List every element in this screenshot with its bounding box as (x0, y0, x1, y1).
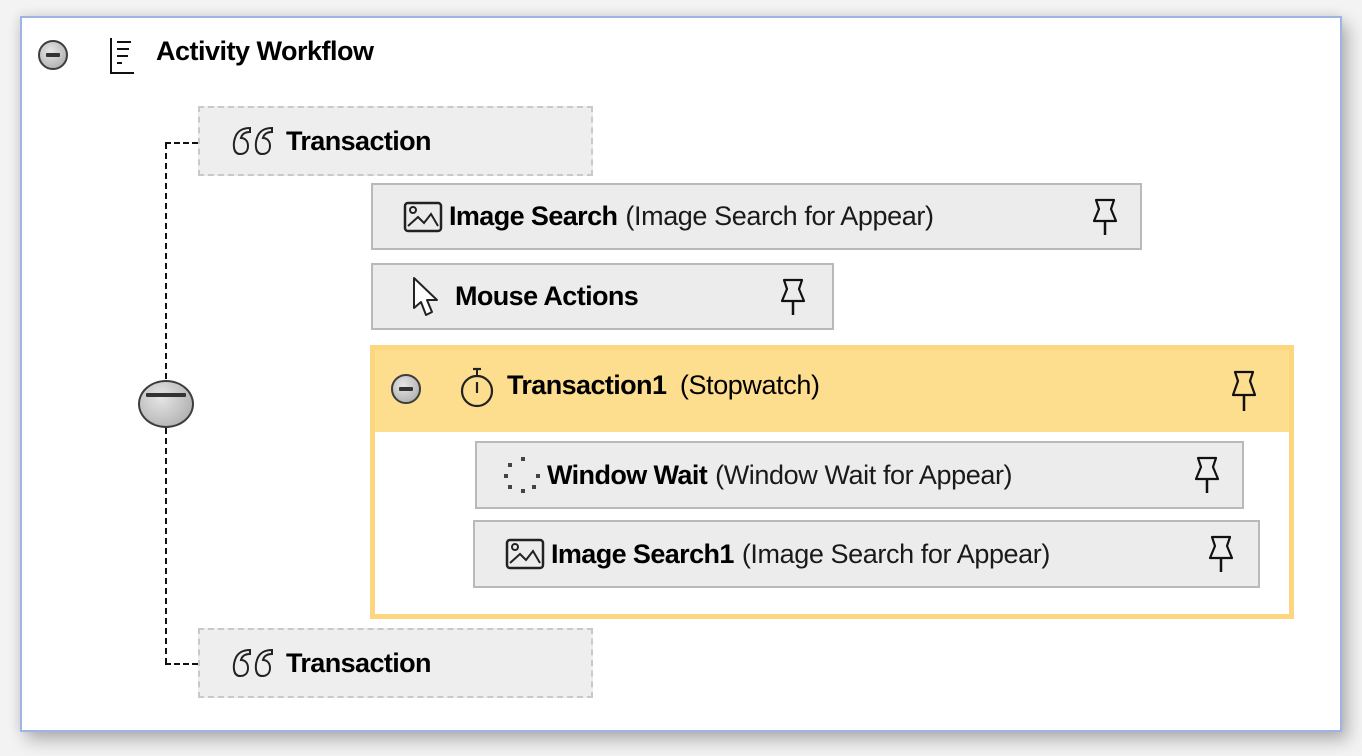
node-label: Image Search1 (551, 538, 734, 569)
image-icon (403, 201, 443, 233)
node-detail: (Stopwatch) (679, 370, 820, 400)
node-label: Mouse Actions (455, 281, 639, 311)
pin-icon[interactable] (1206, 534, 1236, 574)
pin-icon[interactable] (1229, 369, 1259, 413)
workflow-node-image-search[interactable]: Image Search (Image Search for Appear) (371, 183, 1142, 250)
node-detail: (Window Wait for Appear) (715, 459, 1013, 490)
collapse-workflow-button[interactable] (38, 40, 68, 70)
quote-icon (230, 124, 280, 158)
mouse-pointer-icon (411, 276, 441, 318)
node-label: Transaction (286, 647, 432, 678)
node-label: Window Wait (547, 459, 708, 490)
collapse-transaction1-button[interactable] (391, 374, 421, 404)
workflow-node-mouse-actions[interactable]: Mouse Actions (371, 263, 834, 330)
workflow-node-image-search1[interactable]: Image Search1 (Image Search for Appear) (473, 520, 1260, 588)
transaction1-header[interactable]: Transaction1 (Stopwatch) (375, 350, 1289, 432)
node-detail: (Image Search for Appear) (741, 538, 1051, 569)
node-label: Image Search (449, 201, 618, 231)
workflow-node-transaction-end[interactable]: Transaction (198, 628, 593, 698)
image-icon (505, 538, 545, 570)
connector-branch-top (165, 142, 198, 144)
workflow-node-transaction[interactable]: Transaction (198, 106, 593, 176)
workflow-title: Activity Workflow (156, 36, 374, 66)
list-outline-icon (108, 36, 136, 81)
pin-icon[interactable] (1192, 455, 1222, 495)
connector-line-top (165, 143, 167, 379)
pin-icon[interactable] (778, 277, 808, 317)
connector-branch-bottom (165, 663, 198, 665)
workflow-node-window-wait[interactable]: Window Wait (Window Wait for Appear) (475, 441, 1244, 509)
stopwatch-icon (459, 366, 495, 417)
workflow-node-transaction1[interactable]: Transaction1 (Stopwatch) Window Wait (Wi… (370, 345, 1294, 619)
loading-dots-icon (501, 454, 543, 496)
pin-icon[interactable] (1090, 197, 1120, 237)
collapse-sequence-button[interactable] (138, 380, 194, 428)
quote-icon (230, 646, 280, 680)
node-label: Transaction (286, 125, 432, 156)
connector-line-bottom (165, 428, 167, 664)
node-label: Transaction1 (507, 370, 667, 400)
node-detail: (Image Search for Appear) (625, 201, 934, 231)
